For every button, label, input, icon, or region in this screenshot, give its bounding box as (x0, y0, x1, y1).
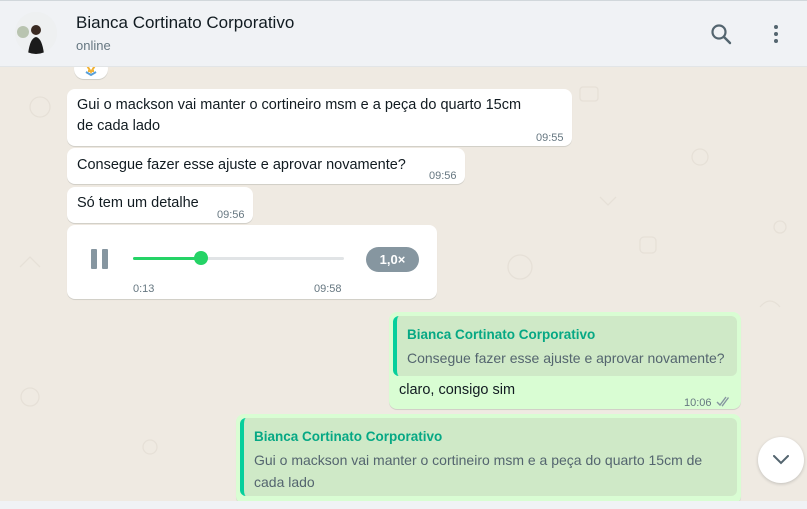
avatar[interactable] (15, 12, 57, 54)
quoted-message[interactable]: Bianca Cortinato Corporativo Consegue fa… (393, 316, 737, 376)
outgoing-message[interactable]: Bianca Cortinato Corporativo Consegue fa… (389, 312, 741, 409)
incoming-message[interactable]: Gui o mackson vai manter o cortineiro ms… (67, 89, 572, 146)
message-text: Consegue fazer esse ajuste e aprovar nov… (77, 157, 406, 173)
message-time: 09:55 (536, 132, 564, 144)
quote-text: cada lado (254, 474, 315, 490)
quote-author: Bianca Cortinato Corporativo (254, 429, 443, 444)
playback-speed-button[interactable]: 1,0× (366, 247, 419, 272)
scroll-down-button[interactable] (758, 437, 804, 483)
chat-area[interactable]: Gui o mackson vai manter o cortineiro ms… (0, 67, 807, 501)
audio-progress-track[interactable] (133, 251, 344, 265)
chevron-down-icon (773, 455, 789, 465)
quote-text: Consegue fazer esse ajuste e aprovar nov… (407, 350, 725, 366)
audio-progress-handle[interactable] (193, 251, 208, 265)
outgoing-message[interactable]: Bianca Cortinato Corporativo Gui o macks… (236, 414, 741, 501)
message-text: Só tem um detalhe (77, 195, 199, 211)
search-icon[interactable] (708, 21, 734, 47)
incoming-message[interactable]: Consegue fazer esse ajuste e aprovar nov… (67, 148, 465, 184)
quoted-message[interactable]: Bianca Cortinato Corporativo Gui o macks… (240, 418, 737, 496)
message-time: 10:06 (684, 397, 712, 409)
quote-text: Gui o mackson vai manter o cortineiro ms… (254, 452, 703, 468)
chat-header: Bianca Cortinato Corporativo online (0, 0, 807, 67)
audio-progress-fill (133, 257, 201, 260)
incoming-message[interactable]: Só tem um detalhe 09:56 (67, 187, 253, 223)
double-check-icon (716, 393, 732, 414)
message-text: Gui o mackson vai manter o cortineiro ms… (77, 97, 522, 113)
message-time: 09:56 (217, 209, 245, 221)
menu-icon[interactable] (763, 21, 789, 47)
message-time: 09:58 (314, 283, 342, 295)
composer-bar (0, 501, 807, 509)
reaction-badge[interactable] (74, 67, 108, 79)
audio-elapsed: 0:13 (133, 283, 155, 295)
contact-name[interactable]: Bianca Cortinato Corporativo (76, 13, 294, 33)
message-time: 09:56 (429, 170, 457, 182)
quote-author: Bianca Cortinato Corporativo (407, 327, 596, 342)
message-text: claro, consigo sim (399, 382, 516, 398)
voice-message[interactable]: 0:13 09:58 1,0× (67, 225, 437, 299)
message-text: de cada lado (77, 118, 161, 134)
pause-icon[interactable] (91, 249, 109, 269)
contact-status: online (76, 38, 111, 53)
